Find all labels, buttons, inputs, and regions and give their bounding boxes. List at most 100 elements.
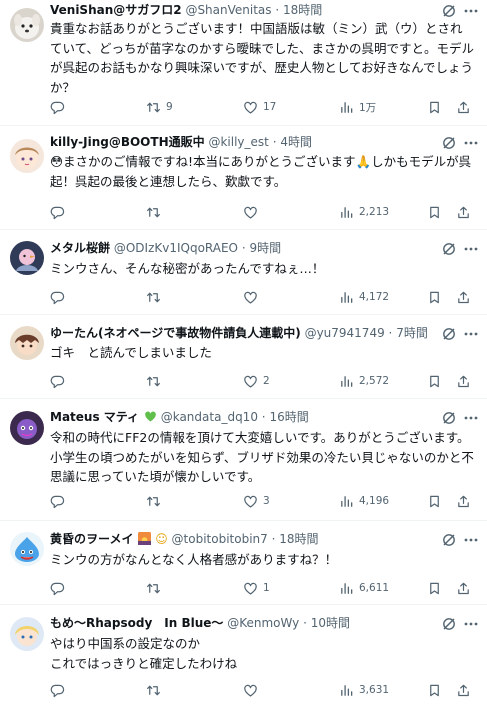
like-button[interactable]: 3 <box>243 491 270 511</box>
avatar[interactable] <box>10 532 44 566</box>
handle[interactable]: @killy_est <box>208 135 268 149</box>
grok-icon[interactable] <box>441 410 457 426</box>
timestamp[interactable]: 7時間 <box>396 326 428 340</box>
bookmark-button[interactable] <box>427 578 442 598</box>
more-options-icon[interactable] <box>463 135 479 151</box>
bookmark-button[interactable] <box>427 680 442 700</box>
handle[interactable]: @KenmoWy <box>227 616 299 630</box>
heart-icon <box>244 495 257 508</box>
more-options-icon[interactable] <box>463 3 479 19</box>
reply-tweet[interactable]: もめ～Rhapsody In Blue～ @KenmoWy · 10時間 やはり… <box>0 605 487 705</box>
grok-icon[interactable] <box>441 241 457 257</box>
views-icon <box>341 582 353 594</box>
reply-tweet[interactable]: killy-Jing@BOOTH通販中 @killy_est · 4時間 😳まさ… <box>0 126 487 230</box>
like-button[interactable] <box>243 287 263 307</box>
handle[interactable]: @tobitobitobin7 <box>172 532 268 546</box>
reply-button[interactable] <box>50 202 65 222</box>
avatar[interactable] <box>10 139 44 173</box>
repost-button[interactable] <box>146 578 166 598</box>
bookmark-button[interactable] <box>427 287 442 307</box>
reply-button[interactable] <box>50 97 65 117</box>
handle[interactable]: @yu7941749 <box>305 326 385 340</box>
views-button[interactable]: 6,611 <box>339 578 389 598</box>
like-button[interactable]: 1 <box>243 578 270 598</box>
share-button[interactable] <box>456 202 471 222</box>
avatar[interactable] <box>10 241 44 275</box>
bookmark-button[interactable] <box>427 202 442 222</box>
more-options-icon[interactable] <box>463 532 479 548</box>
display-name[interactable]: ゆーたん(ネオページで事故物件請負人連載中) <box>50 326 301 340</box>
handle[interactable]: @ShanVenitas <box>185 3 271 17</box>
views-button[interactable]: 4,172 <box>339 287 389 307</box>
share-button[interactable] <box>456 578 471 598</box>
reply-tweet[interactable]: Mateus マティ @kandata_dq10 · 16時間 令和の時代にFF… <box>0 399 487 521</box>
more-options-icon[interactable] <box>463 616 479 632</box>
views-button[interactable]: 4,196 <box>339 491 389 511</box>
reply-button[interactable] <box>50 371 65 391</box>
reply-tweet[interactable]: ゆーたん(ネオページで事故物件請負人連載中) @yu7941749 · 7時間 … <box>0 315 487 399</box>
like-button[interactable] <box>243 680 263 700</box>
like-button[interactable]: 2 <box>243 371 270 391</box>
timestamp[interactable]: 10時間 <box>311 616 350 630</box>
bookmark-button[interactable] <box>427 371 442 391</box>
grok-icon[interactable] <box>441 3 457 19</box>
share-button[interactable] <box>456 491 471 511</box>
display-name[interactable]: メタル桜餅 <box>50 241 110 255</box>
display-name[interactable]: killy-Jing@BOOTH通販中 <box>50 135 205 149</box>
timestamp[interactable]: 16時間 <box>269 410 308 424</box>
reply-tweet[interactable]: 黄昏のヲーメイ ☺ @tobitobitobin7 · 18時間 ミンウの方がな… <box>0 521 487 605</box>
share-icon <box>458 101 469 113</box>
grok-icon[interactable] <box>441 616 457 632</box>
tweet-text: やはり中国系の設定なのか これではっきりと確定したわけね <box>50 636 238 671</box>
reply-button[interactable] <box>50 287 65 307</box>
views-button[interactable]: 1万 <box>339 97 376 117</box>
views-icon <box>341 375 353 387</box>
repost-button[interactable]: 9 <box>146 97 173 117</box>
like-button[interactable]: 17 <box>243 97 276 117</box>
share-button[interactable] <box>456 287 471 307</box>
grok-icon[interactable] <box>441 326 457 342</box>
reply-button[interactable] <box>50 578 65 598</box>
repost-button[interactable] <box>146 680 166 700</box>
display-name[interactable]: もめ～Rhapsody In Blue～ <box>50 616 223 630</box>
views-count: 2,572 <box>359 375 390 387</box>
share-button[interactable] <box>456 97 471 117</box>
repost-count: 9 <box>166 101 173 113</box>
views-button[interactable]: 3,631 <box>339 680 389 700</box>
repost-button[interactable] <box>146 287 166 307</box>
repost-button[interactable] <box>146 371 166 391</box>
avatar[interactable] <box>10 617 44 651</box>
reply-tweet[interactable]: メタル桜餅 @ODIzKv1IQqoRAEO · 9時間 ミンウさん、そんな秘密… <box>0 230 487 315</box>
reply-button[interactable] <box>50 491 65 511</box>
timestamp[interactable]: 9時間 <box>250 241 282 255</box>
timestamp[interactable]: 18時間 <box>283 3 322 17</box>
like-button[interactable] <box>243 202 263 222</box>
reply-button[interactable] <box>50 680 65 700</box>
bookmark-button[interactable] <box>427 491 442 511</box>
share-icon <box>458 684 469 696</box>
views-button[interactable]: 2,213 <box>339 202 389 222</box>
reply-tweet[interactable]: VeniShan@サガフロ2 @ShanVenitas · 18時間 貴重なお話… <box>0 0 487 126</box>
more-options-icon[interactable] <box>463 410 479 426</box>
avatar[interactable] <box>10 8 44 42</box>
share-button[interactable] <box>456 371 471 391</box>
repost-button[interactable] <box>146 491 166 511</box>
handle[interactable]: @ODIzKv1IQqoRAEO <box>114 241 238 255</box>
bookmark-button[interactable] <box>427 97 442 117</box>
display-name[interactable]: VeniShan@サガフロ2 <box>50 3 182 17</box>
avatar[interactable] <box>10 326 44 360</box>
grok-icon[interactable] <box>441 532 457 548</box>
display-name[interactable]: Mateus マティ <box>50 410 139 424</box>
timestamp[interactable]: 4時間 <box>280 135 312 149</box>
display-name[interactable]: 黄昏のヲーメイ <box>50 532 134 546</box>
grok-icon[interactable] <box>441 135 457 151</box>
share-button[interactable] <box>456 680 471 700</box>
repost-button[interactable] <box>146 202 166 222</box>
bookmark-icon <box>430 101 439 113</box>
avatar[interactable] <box>10 411 44 445</box>
more-options-icon[interactable] <box>463 241 479 257</box>
timestamp[interactable]: 18時間 <box>279 532 318 546</box>
handle[interactable]: @kandata_dq10 <box>161 410 258 424</box>
more-options-icon[interactable] <box>463 326 479 342</box>
views-button[interactable]: 2,572 <box>339 371 389 391</box>
